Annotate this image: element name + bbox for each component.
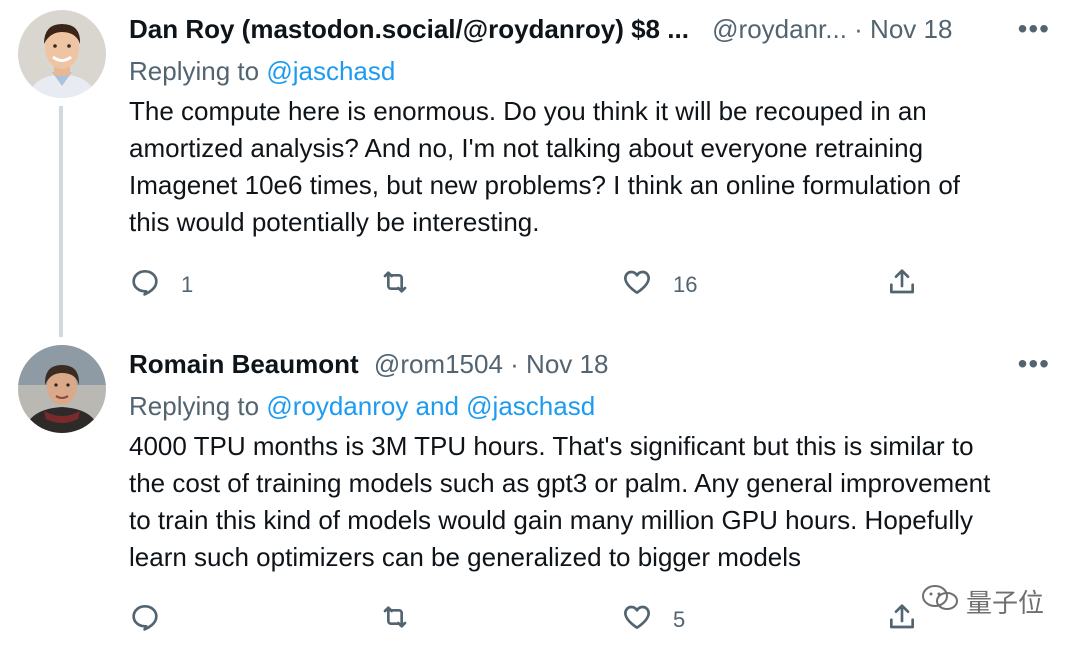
like-count: 16	[673, 272, 698, 297]
retweet-icon	[379, 266, 411, 304]
action-bar: 5	[129, 600, 1050, 640]
action-bar: 1 16	[129, 265, 1050, 305]
tweet-text: The compute here is enormous. Do you thi…	[129, 93, 1050, 241]
thread-line	[59, 106, 63, 337]
like-count: 5	[673, 607, 686, 632]
share-icon	[886, 266, 918, 304]
reply-button[interactable]: 1	[129, 265, 193, 305]
tweet-header: Dan Roy (mastodon.social/@roydanroy) $8 …	[129, 12, 1050, 48]
tweet-text-line: The compute here is enormous. Do you thi…	[129, 96, 927, 126]
tweet[interactable]: Dan Roy (mastodon.social/@roydanroy) $8 …	[0, 0, 1080, 337]
avatar[interactable]	[18, 10, 106, 98]
author-name[interactable]: Romain Beaumont	[129, 349, 359, 379]
tweet[interactable]: Romain Beaumont @rom1504 · Nov 18 ••• Re…	[0, 335, 1080, 650]
more-icon[interactable]: •••	[1018, 347, 1050, 381]
tweet-text-line: the cost of training models such as gpt3…	[129, 468, 991, 498]
handle-date[interactable]: @roydanr... · Nov 18	[712, 14, 952, 44]
tweet-text-line: 4000 TPU months is 3M TPU hours. That's …	[129, 431, 974, 461]
share-icon	[886, 601, 918, 639]
share-button[interactable]	[886, 265, 918, 305]
watermark: 量子位	[920, 583, 1044, 620]
reply-icon	[129, 601, 161, 639]
tweet-text-line: to train this kind of models would gain …	[129, 505, 973, 535]
replying-prefix: Replying to	[129, 56, 267, 86]
tweet-text: 4000 TPU months is 3M TPU hours. That's …	[129, 428, 1050, 576]
tweet-header: Romain Beaumont @rom1504 · Nov 18	[129, 347, 1050, 383]
reply-button[interactable]	[129, 600, 161, 640]
handle-date[interactable]: @rom1504 · Nov 18	[374, 349, 609, 379]
replying-handles[interactable]: @jaschasd	[266, 56, 395, 86]
share-button[interactable]	[886, 600, 918, 640]
tweet-text-line: learn such optimizers can be generalized…	[129, 542, 802, 572]
reply-count: 1	[181, 272, 194, 297]
like-button[interactable]: 16	[621, 265, 697, 305]
wechat-logo-icon	[920, 583, 966, 620]
replying-handles[interactable]: @roydanroy and @jaschasd	[266, 391, 595, 421]
tweet-text-line: amortized analysis? And no, I'm not talk…	[129, 133, 924, 163]
retweet-icon	[379, 601, 411, 639]
heart-icon	[621, 266, 653, 304]
more-icon[interactable]: •••	[1018, 12, 1050, 46]
replying-to: Replying to @jaschasd	[129, 54, 395, 88]
retweet-button[interactable]	[379, 265, 411, 305]
tweet-text-line: Imagenet 10e6 times, but new problems? I…	[129, 170, 961, 200]
like-button[interactable]: 5	[621, 600, 685, 640]
watermark-text: 量子位	[965, 588, 1044, 618]
retweet-button[interactable]	[379, 600, 411, 640]
avatar[interactable]	[18, 345, 106, 433]
replying-prefix: Replying to	[129, 391, 267, 421]
replying-to: Replying to @roydanroy and @jaschasd	[129, 389, 595, 423]
author-name[interactable]: Dan Roy (mastodon.social/@roydanroy) $8 …	[129, 14, 689, 44]
tweet-text-line: this would potentially be interesting.	[129, 207, 540, 237]
reply-icon	[129, 266, 161, 304]
heart-icon	[621, 601, 653, 639]
